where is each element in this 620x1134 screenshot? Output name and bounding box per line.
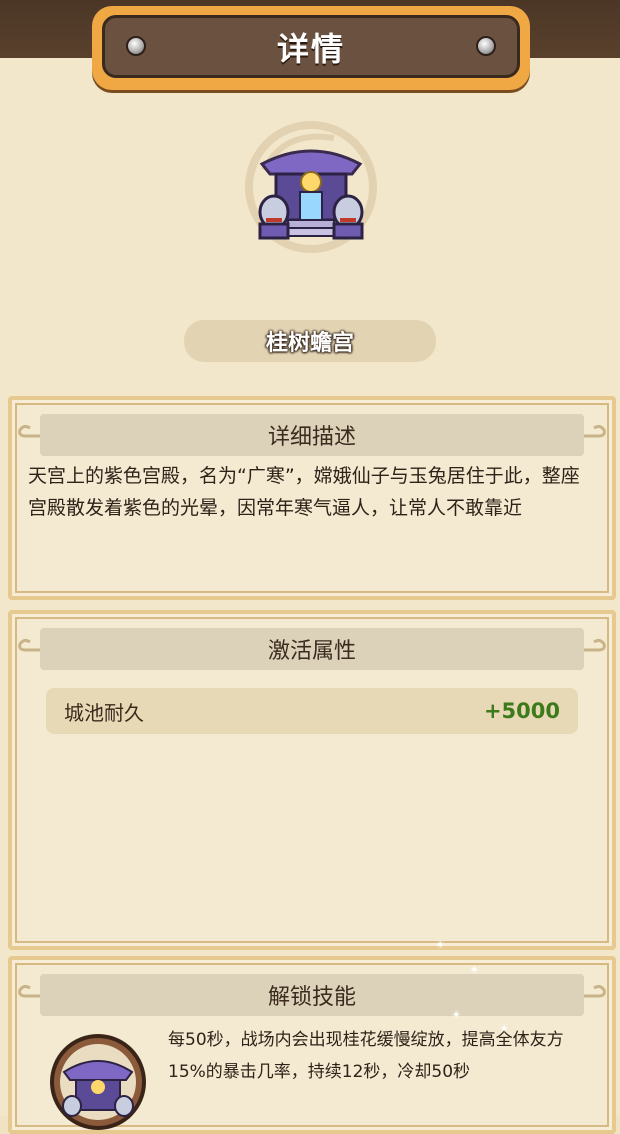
attributes-panel: 激活属性 城池耐久 +5000 [8,610,616,950]
description-heading: 详细描述 [40,414,584,456]
building-name: 桂树蟾宫 [265,331,354,356]
title-inner: 详情 [102,15,520,78]
rivet-left-icon [126,36,146,56]
skill-description: 每50秒，战场内会出现桂花缓慢绽放，提高全体友方15%的暴击几率，持续12秒，冷… [168,1030,564,1082]
sparkle-icon: ✦ [436,940,445,951]
attribute-row: 城池耐久 +5000 [46,688,578,734]
skill-palace-icon [50,1034,146,1130]
attribute-value: +5000 [483,699,560,723]
sparkle-icon: ✦ [500,1024,509,1035]
page-title: 详情 [276,29,345,68]
attributes-heading: 激活属性 [40,628,584,670]
rivet-right-icon [476,36,496,56]
description-panel: 详细描述 天宫上的紫色宫殿，名为“广寒”，嫦娥仙子与玉兔居住于此，整座宫殿散发着… [8,396,616,600]
skill-panel: 解锁技能 每50秒，战场内会出现桂花缓慢绽放，提高全体友方15%的暴击几率，持续… [8,956,616,1134]
title-plate: 详情 [92,6,530,90]
sparkle-icon: ✦ [452,1010,461,1021]
attribute-label: 城池耐久 [64,700,144,725]
building-name-banner: 桂树蟾宫 [184,320,436,362]
sparkle-icon: ✦ [470,965,479,976]
purple-palace-icon [245,121,377,253]
description-text: 天宫上的紫色宫殿，名为“广寒”，嫦娥仙子与玉兔居住于此，整座宫殿散发着紫色的光晕… [28,465,580,519]
skill-heading: 解锁技能 [40,974,584,1016]
